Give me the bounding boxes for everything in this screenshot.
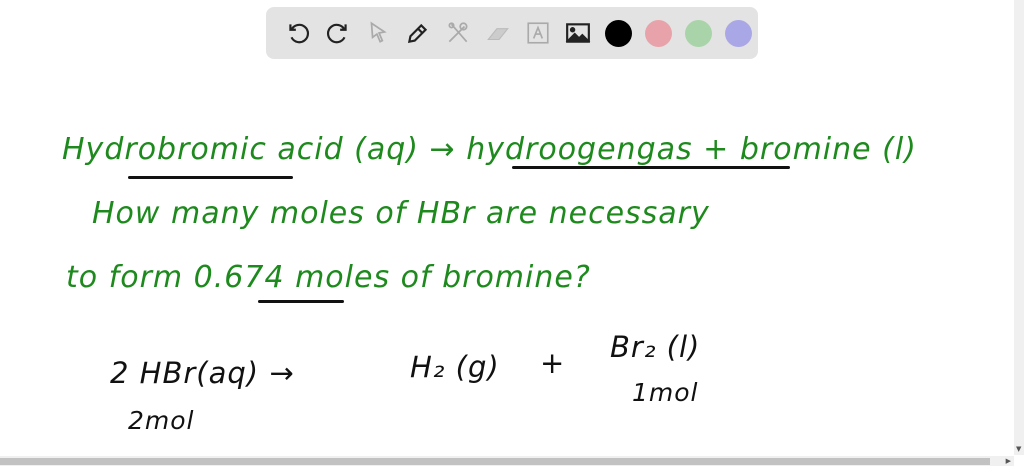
handwritten-line-1: Hydrobromic acid (aq) → hydroogengas + b…: [62, 132, 917, 167]
equation-bromine: Br₂ (l): [610, 330, 701, 364]
color-black[interactable]: [605, 19, 632, 47]
equation-hydrogen: H₂ (g): [410, 350, 500, 384]
text-icon: [527, 22, 549, 44]
mol-right: 1mol: [632, 378, 699, 407]
handwritten-line-2: How many moles of HBr are necessary: [92, 196, 710, 231]
underline-0674: [258, 300, 344, 303]
underline-hydrobromic: [128, 176, 293, 179]
text-button[interactable]: [518, 13, 558, 53]
vertical-scrollbar[interactable]: ▼: [1014, 0, 1024, 455]
color-green[interactable]: [685, 19, 712, 47]
image-icon: [565, 23, 591, 43]
handwritten-line-3: to form 0.674 moles of bromine?: [66, 260, 591, 295]
mol-left: 2mol: [128, 406, 195, 435]
pen-icon: [407, 23, 428, 44]
redo-button[interactable]: [318, 13, 358, 53]
redo-icon: [327, 23, 347, 44]
color-pink[interactable]: [645, 19, 672, 47]
equation-reactant: 2 HBr(aq) →: [110, 356, 295, 390]
pen-button[interactable]: [398, 13, 438, 53]
underline-hydrogen: [512, 166, 790, 169]
undo-button[interactable]: [278, 13, 318, 53]
eraser-icon: [487, 28, 509, 41]
select-icon: [370, 21, 387, 43]
color-purple[interactable]: [725, 19, 752, 47]
undo-icon: [289, 23, 309, 44]
eraser-button[interactable]: [478, 13, 518, 53]
tools-button[interactable]: [438, 13, 478, 53]
horizontal-scrollbar[interactable]: ▶: [0, 456, 1014, 466]
scrollbar-thumb[interactable]: [0, 458, 990, 465]
drawing-toolbar: [266, 7, 758, 59]
image-button[interactable]: [558, 13, 598, 53]
tools-icon: [448, 22, 468, 43]
select-button[interactable]: [358, 13, 398, 53]
equation-plus: +: [540, 346, 566, 380]
